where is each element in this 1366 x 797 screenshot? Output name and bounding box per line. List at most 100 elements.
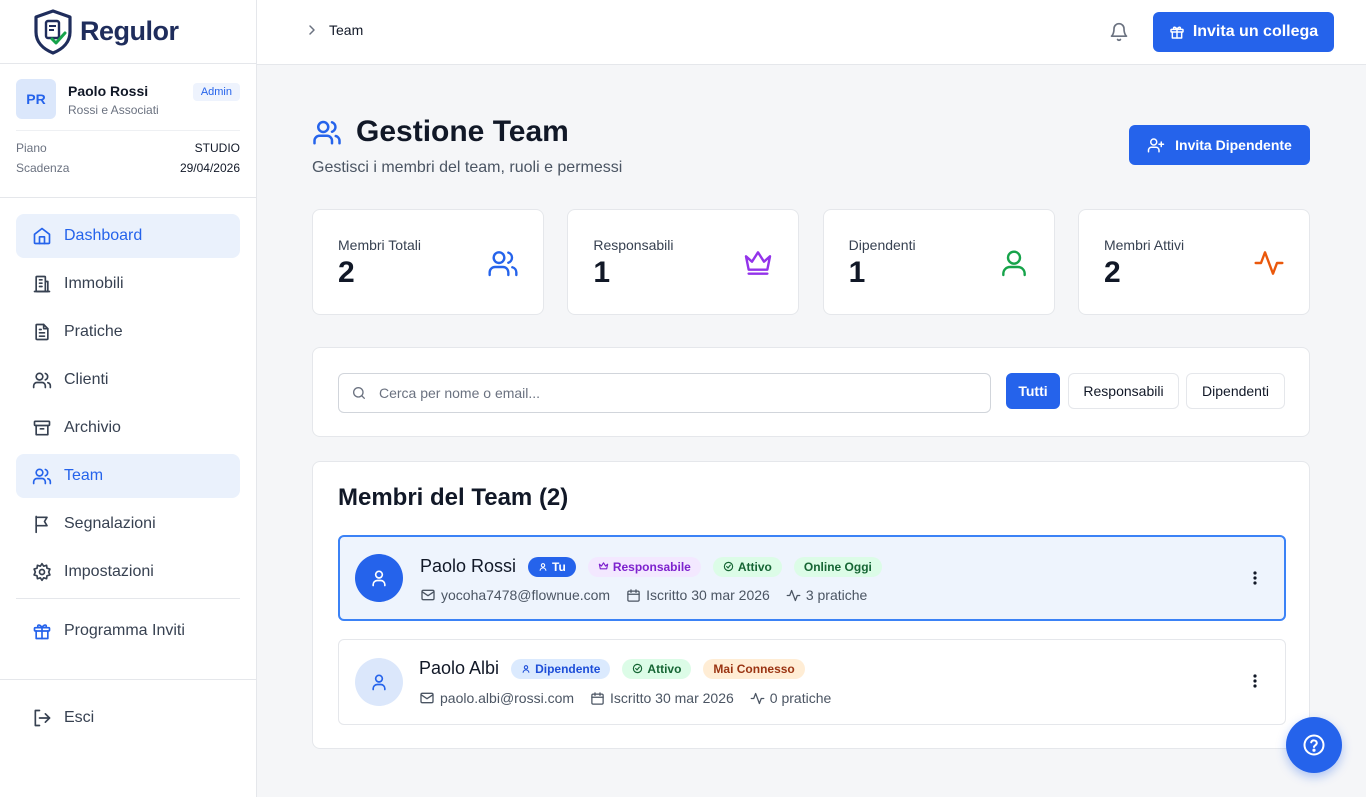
user-icon — [522, 664, 530, 673]
user-icon — [539, 562, 547, 571]
you-badge-label: Tu — [552, 559, 566, 574]
logo-icon — [34, 8, 72, 55]
plan-row: Piano STUDIO — [16, 141, 240, 155]
calendar-icon — [627, 588, 640, 602]
gift-icon — [33, 624, 51, 640]
logout-icon — [34, 709, 51, 727]
calendar-icon — [591, 691, 604, 705]
sidebar-item-label: Clienti — [64, 371, 109, 388]
role-badge: Responsabile — [587, 556, 701, 577]
sidebar-item-pratiche[interactable]: Pratiche — [16, 310, 240, 354]
member-row[interactable]: Paolo Rossi Tu Responsabile Attivo Onlin… — [338, 535, 1286, 621]
stat-label: Membri Attivi — [1103, 237, 1185, 253]
user-icon — [372, 570, 386, 587]
mail-icon — [421, 589, 435, 601]
role-badge-label: Dipendente — [535, 661, 601, 676]
sidebar-item-impostazioni[interactable]: Impostazioni — [16, 550, 240, 594]
member-menu-button[interactable] — [1253, 674, 1257, 688]
notifications-button[interactable] — [1109, 22, 1129, 42]
sidebar-item-archivio[interactable]: Archivio — [16, 406, 240, 450]
sidebar-item-label: Dashboard — [64, 227, 143, 244]
sidebar-item-label: Pratiche — [64, 323, 123, 340]
app-name: Regulor — [80, 16, 179, 46]
role-badge-label: Responsabile — [612, 559, 691, 574]
user-plus-icon — [1147, 138, 1165, 153]
stat-card-active: Membri Attivi 2 — [1077, 209, 1310, 315]
stat-card-employees: Dipendenti 1 — [822, 209, 1055, 315]
stat-value: 1 — [848, 256, 866, 289]
member-email: yocoha7478@flownue.com — [441, 587, 611, 603]
sidebar-item-immobili[interactable]: Immobili — [16, 262, 240, 306]
search-box — [338, 373, 991, 413]
invite-employee-button[interactable]: Invita Dipendente — [1129, 125, 1310, 165]
home-icon — [33, 227, 51, 245]
member-joined: Iscritto 30 mar 2026 — [646, 587, 770, 603]
sidebar-item-team[interactable]: Team — [16, 454, 240, 498]
logout-button[interactable]: Esci — [16, 696, 240, 740]
sidebar-item-programma-inviti[interactable]: Programma Inviti — [16, 609, 240, 653]
sidebar-item-label: Programma Inviti — [64, 622, 185, 639]
stats-row: Membri Totali 2 Responsabili 1 Dipendent… — [312, 209, 1310, 315]
stat-value: 2 — [338, 256, 355, 289]
activity-icon — [786, 589, 801, 601]
user-name: Paolo Rossi — [68, 83, 149, 99]
avatar — [355, 658, 403, 706]
app-logo[interactable]: Regulor — [0, 0, 256, 64]
archive-icon — [33, 420, 51, 436]
member-name: Paolo Rossi — [420, 556, 517, 576]
member-row[interactable]: Paolo Albi Dipendente Attivo Mai Conness… — [338, 639, 1286, 725]
chevron-right-icon — [309, 25, 315, 35]
users-icon — [32, 372, 52, 389]
sidebar-item-clienti[interactable]: Clienti — [16, 358, 240, 402]
stat-value: 1 — [593, 256, 611, 289]
more-vertical-icon — [1253, 571, 1257, 585]
sidebar-item-label: Archivio — [64, 419, 121, 436]
expiry-value: 29/04/2026 — [179, 161, 240, 175]
presence-badge: Mai Connesso — [703, 658, 805, 679]
crown-icon — [598, 562, 609, 570]
role-badge: Admin — [192, 83, 240, 101]
search-input[interactable] — [379, 385, 939, 401]
gift-icon — [1170, 26, 1184, 39]
invite-employee-label: Invita Dipendente — [1175, 137, 1292, 153]
check-circle-icon — [723, 561, 734, 572]
sidebar-item-label: Segnalazioni — [64, 515, 156, 532]
users-icon — [313, 120, 341, 145]
member-cases: 0 pratiche — [769, 690, 832, 706]
page-subtitle: Gestisci i membri del team, ruoli e perm… — [312, 159, 623, 176]
crown-icon — [745, 251, 772, 275]
divider — [0, 679, 256, 680]
member-cases: 3 pratiche — [805, 587, 868, 603]
member-menu-button[interactable] — [1253, 571, 1257, 585]
status-badge-label: Attivo — [737, 559, 772, 574]
check-circle-icon — [633, 663, 643, 674]
page-title: Gestione Team — [356, 115, 569, 148]
filter-employees-button[interactable]: Dipendenti — [1186, 373, 1285, 409]
sidebar-item-segnalazioni[interactable]: Segnalazioni — [16, 502, 240, 546]
invite-colleague-button[interactable]: Invita un collega — [1153, 12, 1334, 52]
stat-label: Membri Totali — [338, 237, 421, 253]
avatar: PR — [16, 79, 56, 119]
invite-colleague-label: Invita un collega — [1192, 23, 1319, 40]
status-badge: Attivo — [622, 658, 692, 679]
user-icon — [1001, 250, 1026, 277]
top-bar: Team Invita un collega — [257, 0, 1366, 65]
filter-card: Tutti Responsabili Dipendenti — [312, 347, 1310, 437]
plan-label: Piano — [16, 141, 47, 155]
search-icon — [353, 387, 365, 399]
filter-managers-button[interactable]: Responsabili — [1068, 373, 1179, 409]
sidebar-item-dashboard[interactable]: Dashboard — [16, 214, 240, 258]
you-badge: Tu — [528, 556, 576, 577]
more-vertical-icon — [1253, 674, 1257, 688]
help-button[interactable] — [1286, 717, 1342, 773]
stat-value: 2 — [1103, 256, 1121, 289]
user-org: Rossi e Associati — [68, 103, 159, 117]
filter-all-button[interactable]: Tutti — [1006, 373, 1060, 409]
member-joined: Iscritto 30 mar 2026 — [610, 690, 734, 706]
breadcrumb-current[interactable]: Team — [329, 22, 363, 38]
avatar — [355, 554, 403, 602]
stat-label: Dipendenti — [848, 237, 916, 253]
members-card: Membri del Team (2) Paolo Rossi Tu Respo… — [312, 461, 1310, 749]
member-name: Paolo Albi — [419, 658, 500, 678]
expiry-row: Scadenza 29/04/2026 — [16, 161, 240, 175]
